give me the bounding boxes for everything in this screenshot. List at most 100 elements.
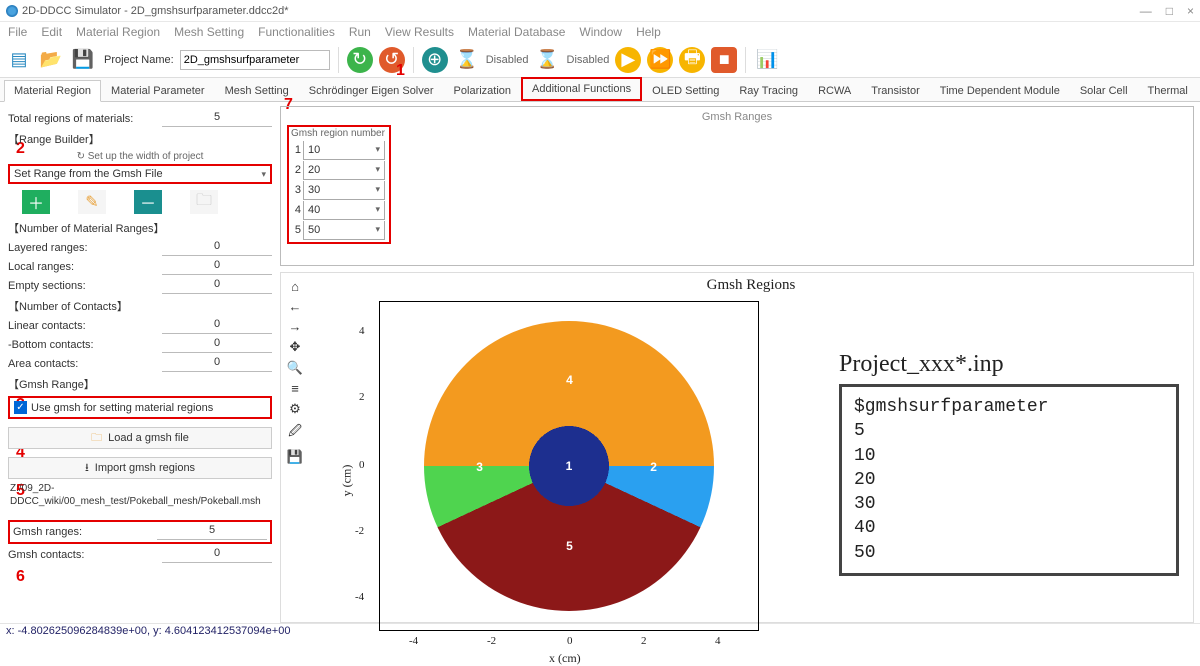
checkbox-icon[interactable]: ✓: [14, 401, 27, 414]
chevron-down-icon: ▾: [375, 184, 380, 195]
region-select-1[interactable]: 10▾: [303, 141, 385, 160]
edit-icon[interactable]: 🖉: [285, 422, 305, 444]
subplots-icon[interactable]: ≡: [285, 381, 305, 396]
minimize-button[interactable]: —: [1140, 4, 1152, 18]
menu-material-database[interactable]: Material Database: [468, 25, 565, 39]
refresh-icon[interactable]: ↻: [347, 47, 373, 73]
back-icon[interactable]: ←: [285, 299, 305, 314]
area-contacts-value[interactable]: 0: [162, 356, 272, 372]
hourglass2-icon[interactable]: ⌛: [535, 47, 561, 73]
download-icon: ⭳: [85, 459, 89, 478]
stop-icon[interactable]: ■: [711, 47, 737, 73]
region-select-4[interactable]: 40▾: [303, 201, 385, 220]
load-gmsh-button[interactable]: 🗀 Load a gmsh file: [8, 427, 272, 449]
plot-canvas[interactable]: Gmsh Regions 1 2 3 4 5 4 2 0 -2 -4: [309, 273, 1193, 622]
region-select-2[interactable]: 20▾: [303, 161, 385, 180]
gmsh-ranges-value[interactable]: 5: [157, 524, 267, 540]
menu-view-results[interactable]: View Results: [385, 25, 454, 39]
region-select-5[interactable]: 50▾: [303, 221, 385, 240]
menu-run[interactable]: Run: [349, 25, 371, 39]
import-gmsh-label: Import gmsh regions: [95, 462, 195, 474]
home-icon[interactable]: ⌂: [285, 279, 305, 294]
tab-time-dependent[interactable]: Time Dependent Module: [930, 80, 1070, 101]
configure-icon[interactable]: ⚙: [285, 401, 305, 417]
overlay-code: $gmshsurfparameter 5 10 20 30 40 50: [839, 384, 1179, 576]
globe-icon[interactable]: ⊕: [422, 47, 448, 73]
menu-functionalities[interactable]: Functionalities: [258, 25, 335, 39]
menu-material-region[interactable]: Material Region: [76, 25, 160, 39]
import-gmsh-button[interactable]: ⭳ Import gmsh regions: [8, 457, 272, 479]
overlay-code-box: Project_xxx*.inp $gmshsurfparameter 5 10…: [839, 351, 1179, 576]
tab-rcwa[interactable]: RCWA: [808, 80, 861, 101]
tab-thermal[interactable]: Thermal: [1138, 80, 1198, 101]
tab-material-region[interactable]: Material Region: [4, 80, 101, 102]
range-source-dropdown[interactable]: Set Range from the Gmsh File ▾: [8, 164, 272, 184]
menu-window[interactable]: Window: [579, 25, 622, 39]
use-gmsh-checkbox-row[interactable]: ✓ Use gmsh for setting material regions: [8, 396, 272, 419]
gmsh-range-label: 【Gmsh Range】: [8, 376, 272, 392]
linear-contacts-value[interactable]: 0: [162, 318, 272, 334]
setup-hint[interactable]: ↻ Set up the width of project: [8, 151, 272, 162]
menu-mesh-setting[interactable]: Mesh Setting: [174, 25, 244, 39]
save-plot-icon[interactable]: 💾: [285, 449, 305, 465]
menu-help[interactable]: Help: [636, 25, 661, 39]
tab-additional-functions[interactable]: Additional Functions: [521, 77, 642, 101]
tab-transistor[interactable]: Transistor: [861, 80, 930, 101]
region-select-3[interactable]: 30▾: [303, 181, 385, 200]
layered-ranges-value[interactable]: 0: [162, 240, 272, 256]
region-3-label: 3: [476, 460, 483, 474]
disabled-label-2: Disabled: [567, 54, 610, 66]
region-1-label: 1: [566, 459, 573, 473]
local-ranges-value[interactable]: 0: [162, 259, 272, 275]
forward-icon[interactable]: →: [285, 319, 305, 334]
overlay-title: Project_xxx*.inp: [839, 351, 1179, 378]
use-gmsh-label: Use gmsh for setting material regions: [31, 402, 213, 414]
empty-sections-value[interactable]: 0: [162, 278, 272, 294]
table-row: 220▾: [289, 160, 387, 180]
tab-solar-cell[interactable]: Solar Cell: [1070, 80, 1138, 101]
chevron-down-icon: ▾: [375, 164, 380, 175]
zoom-icon[interactable]: 🔍: [285, 360, 305, 376]
fastfwd-icon[interactable]: ⏩: [647, 47, 673, 73]
hourglass1-icon[interactable]: ⌛: [454, 47, 480, 73]
new-icon[interactable]: ▤: [6, 47, 32, 73]
area-contacts-label: Area contacts:: [8, 358, 162, 370]
tab-bar: Material Region Material Parameter Mesh …: [0, 78, 1200, 102]
annotation-1: 1: [396, 62, 405, 80]
load-gmsh-label: Load a gmsh file: [108, 432, 189, 444]
y-axis-label: y (cm): [339, 465, 354, 497]
tab-schrodinger[interactable]: Schrödinger Eigen Solver: [299, 80, 444, 101]
chevron-down-icon: ▾: [375, 224, 380, 235]
open-icon[interactable]: 📂: [38, 47, 64, 73]
bottom-contacts-value[interactable]: 0: [162, 337, 272, 353]
toolbar: ▤ 📂 💾 Project Name: ↻ ↺ ⊕ ⌛ Disabled ⌛ D…: [0, 42, 1200, 78]
menu-file[interactable]: File: [8, 25, 27, 39]
tab-material-parameter[interactable]: Material Parameter: [101, 80, 215, 101]
project-name-input[interactable]: [180, 50, 330, 70]
gmsh-ranges-label: Gmsh ranges:: [13, 526, 157, 538]
tab-polarization[interactable]: Polarization: [444, 80, 521, 101]
plot-panel: ⌂ ← → ✥ 🔍 ≡ ⚙ 🖉 💾 Gmsh Regions 1 2 3 4: [280, 272, 1194, 623]
save-icon[interactable]: 💾: [70, 47, 96, 73]
print-icon[interactable]: 🖶: [679, 47, 705, 73]
edit-button[interactable]: ✎: [78, 190, 106, 214]
tab-ray-tracing[interactable]: Ray Tracing: [729, 80, 808, 101]
gmsh-contacts-value[interactable]: 0: [162, 547, 272, 563]
delete-button[interactable]: －: [134, 190, 162, 214]
play-icon[interactable]: ▶: [615, 47, 641, 73]
disabled-label-1: Disabled: [486, 54, 529, 66]
total-regions-value[interactable]: 5: [162, 111, 272, 127]
add-button[interactable]: ＋: [22, 190, 50, 214]
region-5-label: 5: [566, 539, 573, 553]
local-ranges-label: Local ranges:: [8, 261, 162, 273]
maximize-button[interactable]: □: [1166, 4, 1173, 18]
total-regions-label: Total regions of materials:: [8, 113, 162, 125]
folder-button[interactable]: 🗀: [190, 190, 218, 214]
menu-edit[interactable]: Edit: [41, 25, 62, 39]
chart-icon[interactable]: 📊: [754, 47, 780, 73]
pan-icon[interactable]: ✥: [285, 339, 305, 355]
close-button[interactable]: ×: [1187, 4, 1194, 18]
tab-oled-setting[interactable]: OLED Setting: [642, 80, 729, 101]
region-2-label: 2: [650, 460, 657, 474]
linear-contacts-label: Linear contacts:: [8, 320, 162, 332]
